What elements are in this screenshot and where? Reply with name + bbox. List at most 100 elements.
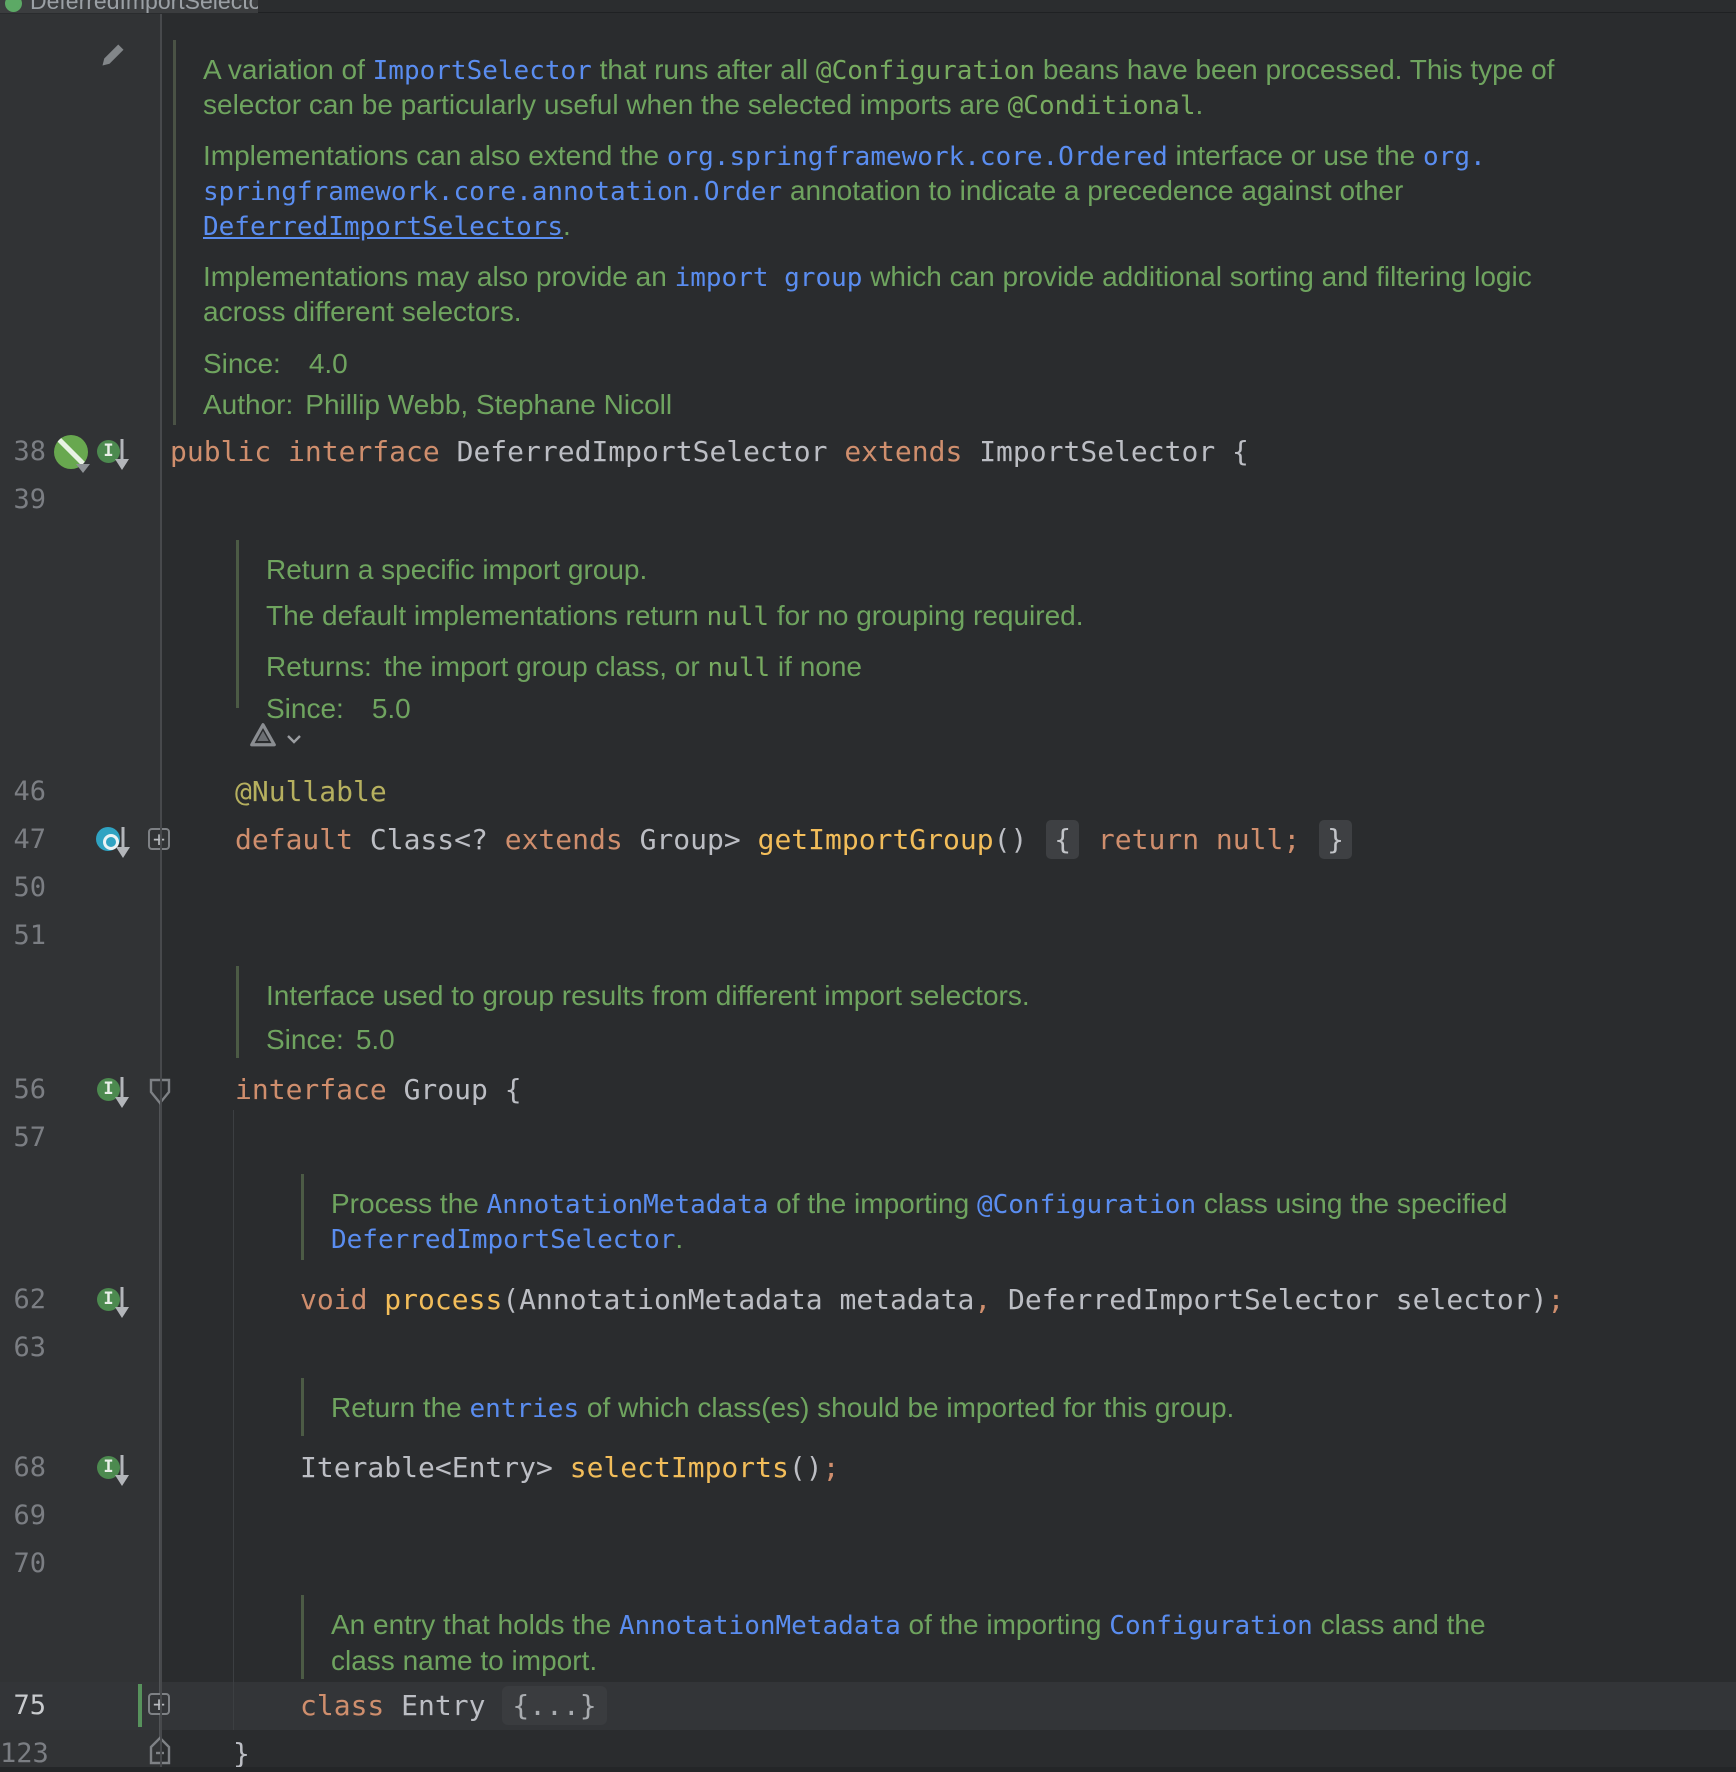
doc-row: selector can be particularly useful when… xyxy=(203,88,1713,123)
doc-text: if none xyxy=(770,651,862,682)
doc-text: . xyxy=(675,1223,683,1254)
code-line[interactable]: 123 } xyxy=(0,1730,1736,1772)
doc-text: Return the xyxy=(331,1392,470,1423)
line-number: 56 xyxy=(0,1066,46,1114)
doc-row: Implementations may also provide an impo… xyxy=(203,260,1713,295)
doc-link[interactable]: org. xyxy=(1423,142,1486,172)
line-number: 38 xyxy=(0,428,46,476)
doc-row: Implementations can also extend the org.… xyxy=(203,139,1713,174)
class-javadoc-block-Entry: An entry that holds the AnnotationMetada… xyxy=(301,1595,1681,1679)
doc-link[interactable]: org.springframework.core.Ordered xyxy=(667,142,1168,172)
code-line[interactable]: 63 xyxy=(0,1324,1736,1372)
doc-text: annotation to indicate a precedence agai… xyxy=(782,175,1403,206)
doc-link[interactable]: @Configuration xyxy=(977,1190,1196,1220)
doc-text: class name to import. xyxy=(331,1645,597,1676)
code-line[interactable]: 50 xyxy=(0,864,1736,912)
doc-text: of which class(es) should be imported fo… xyxy=(579,1392,1234,1423)
doc-text: . xyxy=(1195,89,1203,120)
line-number: 63 xyxy=(0,1324,46,1372)
code-line[interactable]: 57 xyxy=(0,1114,1736,1162)
vcs-change-marker xyxy=(138,1684,142,1727)
chevron-down-icon xyxy=(286,734,302,744)
line-number: 57 xyxy=(0,1114,46,1162)
code-line-current[interactable]: 75 + class Entry {...} xyxy=(0,1682,1736,1730)
doc-row: Process the AnnotationMetadata of the im… xyxy=(331,1187,1681,1222)
doc-row: Return the entries of which class(es) sh… xyxy=(331,1391,1681,1426)
code-line[interactable]: 47 + default Class<? extends Group> getI… xyxy=(0,816,1736,864)
doc-row: A variation of ImportSelector that runs … xyxy=(203,53,1713,88)
doc-link[interactable]: ImportSelector xyxy=(373,56,592,86)
doc-row: springframework.core.annotation.Order an… xyxy=(203,174,1713,209)
doc-text: Return a specific import group. xyxy=(266,554,647,585)
code-line[interactable]: 38 I public interface DeferredImportSele… xyxy=(0,428,1736,476)
doc-link[interactable]: AnnotationMetadata xyxy=(487,1190,769,1220)
line-number: 69 xyxy=(0,1492,46,1540)
doc-text: class using the specified xyxy=(1196,1188,1507,1219)
gutter-separator xyxy=(160,14,162,1772)
editor-tab[interactable]: DeferredImportSelector.java xyxy=(0,0,258,13)
doc-since-row: Since:5.0 xyxy=(266,692,1686,726)
doc-text: Process the xyxy=(331,1188,487,1219)
doc-text: 5.0 xyxy=(356,1024,395,1055)
doc-link[interactable]: springframework.core.annotation.Order xyxy=(203,177,782,207)
line-number: 39 xyxy=(0,476,46,524)
doc-text: null xyxy=(706,602,769,632)
doc-text: @Configuration xyxy=(816,56,1035,86)
editor-tab-bar: DeferredImportSelector.java xyxy=(0,0,1736,13)
inlay-actions[interactable] xyxy=(248,720,308,756)
code-line[interactable]: 51 xyxy=(0,912,1736,960)
window-bottom-edge xyxy=(0,1767,1736,1772)
doc-link[interactable]: entries xyxy=(470,1394,580,1424)
doc-since-row: Since: 4.0 xyxy=(203,347,1713,381)
doc-row: class name to import. xyxy=(331,1644,1681,1678)
doc-text: Since: xyxy=(203,348,281,379)
spring-bean-caret-icon xyxy=(76,464,90,473)
doc-returns-row: Returns:the import group class, or null … xyxy=(266,650,1686,685)
doc-row: An entry that holds the AnnotationMetada… xyxy=(331,1608,1681,1643)
code-line[interactable]: 70 xyxy=(0,1540,1736,1588)
fold-collapsed-icon[interactable]: + xyxy=(148,1693,170,1715)
doc-text: Interface used to group results from dif… xyxy=(266,980,1030,1011)
doc-text: which can provide additional sorting and… xyxy=(862,261,1531,292)
line-number: 68 xyxy=(0,1444,46,1492)
code-line[interactable]: 39 xyxy=(0,476,1736,524)
doc-text: that runs after all xyxy=(592,54,816,85)
doc-text: 4.0 xyxy=(309,348,348,379)
arrow-down-icon xyxy=(113,1285,131,1319)
fold-collapsed-icon[interactable]: + xyxy=(148,828,170,850)
doc-row: across different selectors. xyxy=(203,295,1713,329)
doc-row: DeferredImportSelector. xyxy=(331,1222,1681,1257)
doc-link[interactable]: DeferredImportSelector xyxy=(331,1225,675,1255)
edit-javadoc-pencil-icon[interactable] xyxy=(98,40,128,70)
method-javadoc-block-process: Process the AnnotationMetadata of the im… xyxy=(301,1174,1681,1260)
doc-row: DeferredImportSelectors. xyxy=(203,209,1713,244)
doc-text: Returns: xyxy=(266,651,372,682)
code-line[interactable]: 68 I Iterable<Entry> selectImports(); xyxy=(0,1444,1736,1492)
doc-text: Author: xyxy=(203,389,293,420)
doc-link[interactable]: import group xyxy=(675,263,863,293)
class-javadoc-block: A variation of ImportSelector that runs … xyxy=(173,40,1713,425)
doc-text: the import group class, or xyxy=(384,651,708,682)
doc-link[interactable]: Configuration xyxy=(1109,1611,1313,1641)
line-number: 47 xyxy=(0,816,46,864)
doc-link[interactable]: AnnotationMetadata xyxy=(619,1611,901,1641)
doc-since-row: Since:5.0 xyxy=(266,1023,1686,1057)
code-line[interactable]: 69 xyxy=(0,1492,1736,1540)
doc-row: The default implementations return null … xyxy=(266,599,1686,634)
line-number: 51 xyxy=(0,912,46,960)
doc-author-row: Author:Phillip Webb, Stephane Nicoll xyxy=(203,388,1713,422)
line-number: 46 xyxy=(0,768,46,816)
doc-text: null xyxy=(708,653,771,683)
doc-text: selector can be particularly useful when… xyxy=(203,89,1008,120)
code-line[interactable]: 46 @Nullable xyxy=(0,768,1736,816)
doc-link[interactable]: DeferredImportSelectors xyxy=(203,212,563,242)
doc-text: 5.0 xyxy=(372,693,411,724)
doc-text: for no grouping required. xyxy=(769,600,1083,631)
code-line[interactable]: 62 I void process(AnnotationMetadata met… xyxy=(0,1276,1736,1324)
line-number: 75 xyxy=(0,1682,46,1730)
doc-text: interface or use the xyxy=(1168,140,1423,171)
ide-editor-window: DeferredImportSelector.java A variation … xyxy=(0,0,1736,1772)
code-line[interactable]: 56 I interface Group { xyxy=(0,1066,1736,1114)
doc-text: across different selectors. xyxy=(203,296,522,327)
indent-guide xyxy=(233,1110,234,1730)
